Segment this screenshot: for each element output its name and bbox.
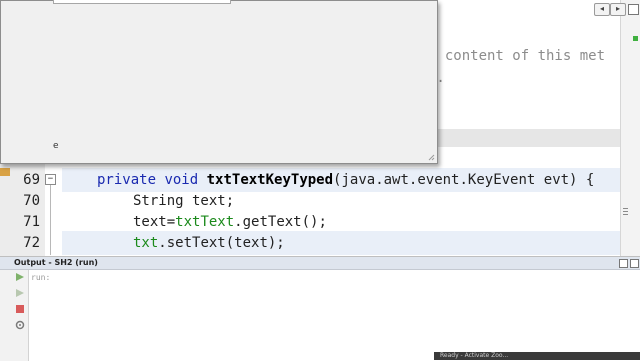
fold-guide	[50, 185, 51, 255]
fold-collapse-icon[interactable]: −	[45, 174, 56, 185]
line-number: 72	[23, 235, 40, 251]
code-line-72[interactable]: 72 txt.setText(text);	[0, 231, 620, 255]
close-panel-icon[interactable]	[630, 259, 639, 268]
scroll-right-icon[interactable]: ▸	[610, 3, 626, 16]
comment-line: e content of this met	[428, 48, 606, 64]
method-name: txtTextKeyTyped	[206, 172, 334, 188]
field-name: txt	[133, 235, 159, 251]
resize-grip-icon[interactable]	[427, 153, 435, 161]
text-input[interactable]	[53, 0, 231, 4]
app-dialog-window[interactable]: e	[0, 0, 438, 164]
output-toolbar	[0, 270, 29, 361]
scroll-left-icon[interactable]: ◂	[594, 3, 610, 16]
rerun-debug-icon[interactable]	[15, 288, 25, 298]
rerun-icon[interactable]	[15, 272, 25, 282]
method-signature: (java.awt.event.KeyEvent evt) {	[333, 172, 595, 188]
method-call: .setText(text);	[158, 235, 285, 251]
maximize-icon[interactable]	[628, 4, 639, 15]
output-console-text: run:	[31, 273, 51, 282]
output-panel[interactable]: Output - SH2 (run) run:	[0, 256, 640, 361]
status-ok-icon	[633, 36, 638, 41]
keyword: private	[97, 172, 157, 188]
output-title: Output - SH2 (run)	[14, 258, 98, 267]
minimize-icon[interactable]	[619, 259, 628, 268]
assignment: text=	[133, 214, 176, 230]
output-panel-header[interactable]: Output - SH2 (run)	[0, 257, 640, 270]
code-text[interactable]: txt.setText(text);	[62, 231, 620, 255]
field-name: txtText	[175, 214, 235, 230]
keyword: void	[164, 172, 199, 188]
stop-icon[interactable]	[15, 304, 25, 314]
typed-character-label: e	[53, 141, 59, 151]
highlight-band	[436, 129, 620, 147]
settings-icon[interactable]	[15, 320, 25, 330]
taskbar-notification-text: Ready - Activate Zoo...	[440, 352, 509, 359]
method-call: .getText();	[234, 214, 327, 230]
scroll-grip-icon[interactable]	[623, 208, 629, 218]
